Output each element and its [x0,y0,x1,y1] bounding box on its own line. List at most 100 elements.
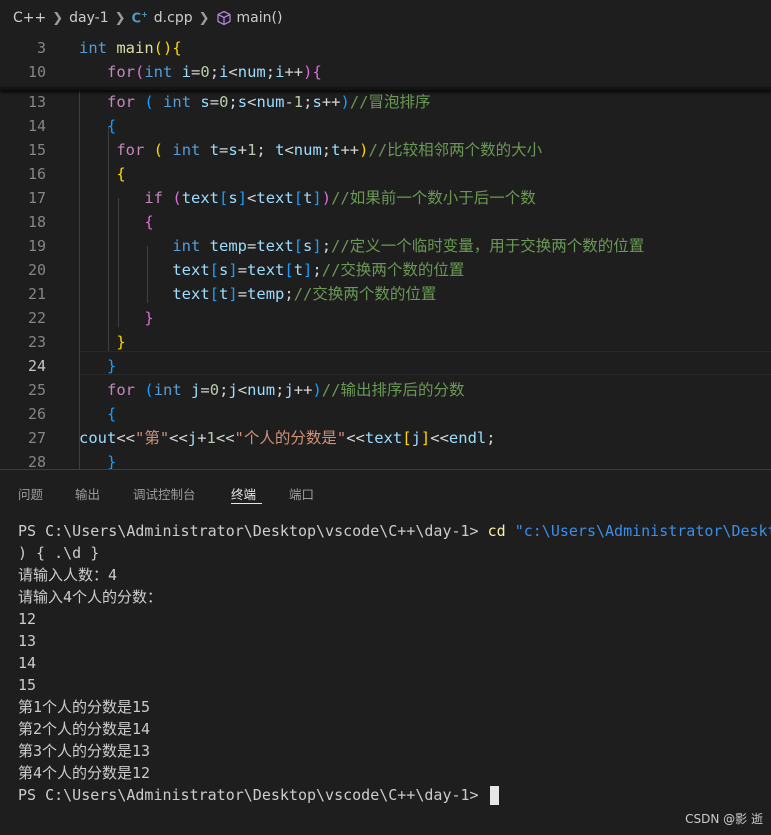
code-token: ] [228,261,238,279]
line-number: 28 [27,453,46,469]
code-token: ++ [340,141,360,159]
code-line: 19 int temp=text[s];//定义一个临时变量，用于交换两个数的位… [0,234,771,258]
line-number: 3 [36,39,46,57]
code-token: num [293,141,322,159]
code-token: ; [219,381,229,399]
code-line: 3 int main(){ [0,36,771,60]
tab-debug-console[interactable]: 调试控制台 [133,484,196,503]
line-number: 22 [27,309,46,327]
active-tab-indicator [231,503,262,504]
code-token: + [197,429,207,447]
code-line: 14 { [0,114,771,138]
terminal-command-path: "c:\Users\Administrator\Deskt [514,522,771,540]
code-token: ] [312,237,322,255]
terminal-output-line: 12 [18,610,37,628]
code-token: num [237,63,266,81]
code-token: //输出排序后的分数 [321,381,465,399]
code-token: ; [209,63,220,81]
code-token: [ [219,189,229,207]
code-token: s [303,237,313,255]
code-token: = [191,63,201,81]
code-token: endl [448,429,487,447]
code-text: for (int j=0;j<num;j++)//输出排序后的分数 [79,378,464,402]
code-token: //交换两个数的位置 [293,285,437,303]
line-number: 17 [27,189,46,207]
tab-problems[interactable]: 问题 [18,484,43,503]
code-token: int [144,63,173,81]
code-text: } [79,354,116,378]
code-token: text [181,189,220,207]
tab-terminal[interactable]: 终端 [231,484,256,503]
code-text: } [79,330,126,354]
code-line: 25 for (int j=0;j<num;j++)//输出排序后的分数 [0,378,771,402]
code-token: } [144,309,154,327]
code-token: num [256,93,285,111]
code-line: 28 } [0,450,771,469]
code-editor[interactable]: 3 int main(){10 for(int i=0;i<num;i++){13… [0,36,771,469]
line-number: 18 [27,213,46,231]
code-token: ( [172,189,182,207]
code-token: ++ [284,63,304,81]
terminal[interactable]: PS C:\Users\Administrator\Desktop\vscode… [18,520,771,806]
code-token: s [200,93,210,111]
code-token: 1 [206,429,216,447]
code-token: i [181,63,192,81]
code-token: [ [209,285,219,303]
code-line: 15 for ( int t=s+1; t<num;t++)//比较相邻两个数的… [0,138,771,162]
line-number: 25 [27,381,46,399]
code-token: s [228,141,238,159]
terminal-output-line: 15 [18,676,37,694]
bottom-panel: 问题 输出 调试控制台 终端 端口 PS C:\Users\Administra… [0,469,771,835]
code-text: for(int i=0;i<num;i++){ [79,60,322,84]
code-token: for [116,141,145,159]
cpp-file-icon: C+ [131,9,148,27]
tab-output[interactable]: 输出 [75,484,100,503]
code-token: } [116,333,126,351]
code-token: [ [293,237,304,255]
breadcrumb-item-day1-folder[interactable]: day-1 [69,10,108,26]
code-token: cout [79,429,117,447]
tab-ports[interactable]: 端口 [289,484,314,503]
breadcrumb-item-cpp-folder[interactable]: C++ [13,10,46,26]
breadcrumb-item-file[interactable]: d.cpp [154,10,193,26]
line-number: 26 [27,405,46,423]
code-token: num [247,381,276,399]
code-line: 21 text[t]=temp;//交换两个数的位置 [0,282,771,306]
breadcrumb-item-symbol[interactable]: main() [237,10,283,26]
code-token: main [116,39,154,57]
code-token: ] [228,285,238,303]
terminal-output-line: 13 [18,632,37,650]
code-token: ; [228,93,238,111]
breadcrumb: C++ ❯ day-1 ❯ C+ d.cpp ❯ main() [0,0,771,36]
code-token: [ [284,261,294,279]
line-number: 20 [27,261,46,279]
code-token: //比较相邻两个数的大小 [368,141,543,159]
code-token: << [346,429,365,447]
code-token: temp [209,237,247,255]
line-number: 13 [27,93,46,111]
code-token: for [107,381,135,399]
code-token: 0 [200,63,210,81]
code-token: if [144,189,163,207]
code-token: { [172,39,182,57]
line-number: 23 [27,333,46,351]
code-token: s [237,93,248,111]
code-token: << [215,429,235,447]
terminal-prompt-line: PS C:\Users\Administrator\Desktop\vscode… [18,784,771,806]
code-token: text [256,237,294,255]
code-token: [ [293,189,304,207]
code-token: { [107,405,117,423]
code-token: temp [247,285,285,303]
watermark: CSDN @影 逝 [685,812,763,826]
code-token: [ [402,429,412,447]
